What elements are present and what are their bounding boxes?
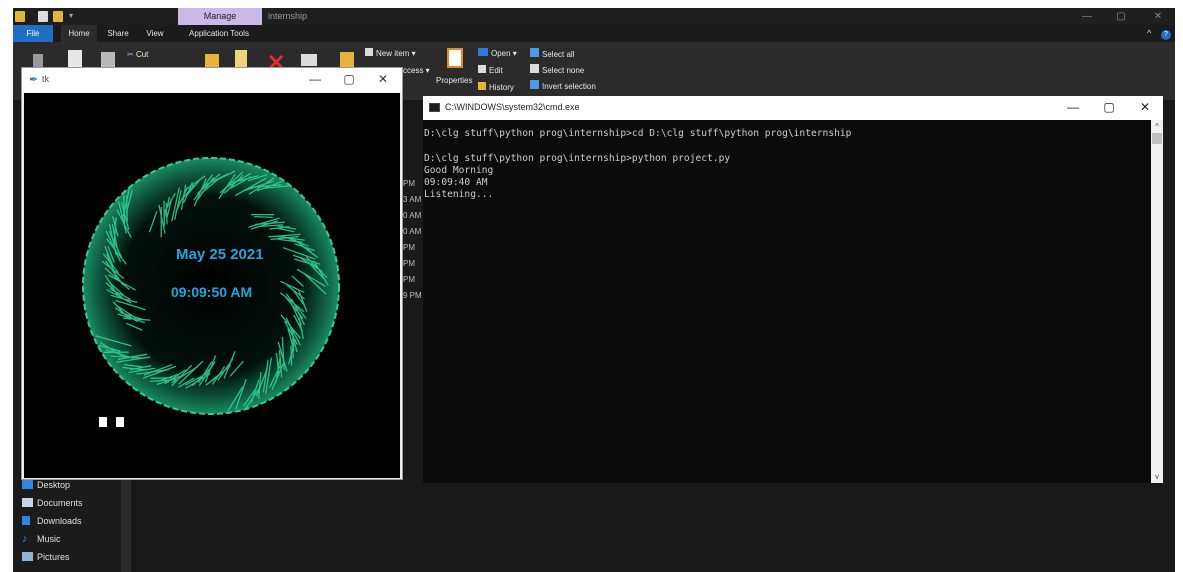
clock-time: 09:09:50 AM [171, 284, 253, 300]
open-icon [478, 48, 488, 56]
music-icon: ♪ [22, 533, 28, 545]
nav-item-pictures[interactable]: Pictures [22, 548, 70, 566]
invert-selection-icon [530, 80, 539, 89]
tk-minimize-button[interactable]: — [298, 68, 332, 92]
cmd-scrollbar[interactable]: ^ v [1151, 120, 1163, 483]
select-all-button[interactable]: Select all [530, 48, 574, 59]
select-all-icon [530, 48, 539, 57]
feather-icon: ✒ [29, 74, 39, 86]
explorer-maximize-button[interactable]: ▢ [1104, 8, 1138, 25]
open-button[interactable]: Open ▾ [478, 48, 517, 58]
tk-close-button[interactable]: ✕ [366, 68, 400, 92]
cmd-title-bar[interactable]: C:\WINDOWS\system32\cmd.exe — ▢ ✕ [423, 96, 1163, 120]
new-item-button[interactable]: New item ▾ [365, 48, 416, 58]
folder-icon [15, 11, 25, 22]
scissors-icon: ✂ [127, 50, 136, 59]
tab-application-tools[interactable]: Application Tools [181, 25, 257, 42]
tk-title-bar[interactable]: ✒ tk — ▢ ✕ [22, 68, 402, 92]
clock-date: May 25 2021 [176, 246, 264, 263]
tab-file[interactable]: File [13, 25, 53, 42]
console-line: 09:09:40 AM [424, 177, 488, 188]
cmd-minimize-button[interactable]: — [1055, 96, 1091, 120]
downloads-icon [22, 516, 30, 525]
properties-quick-icon[interactable] [38, 11, 48, 22]
easy-access-button[interactable]: ccess ▾ [403, 66, 430, 75]
orb-streak [254, 215, 273, 219]
console-line: D:\clg stuff\python prog\internship>cd D… [424, 128, 852, 139]
history-icon [478, 82, 486, 90]
cmd-output[interactable]: D:\clg stuff\python prog\internship>cd D… [423, 120, 1151, 483]
invert-selection-button[interactable]: Invert selection [530, 80, 596, 91]
cmd-close-button[interactable]: ✕ [1127, 96, 1163, 120]
new-folder-quick-icon[interactable] [53, 11, 63, 22]
nav-item-downloads[interactable]: Downloads [22, 512, 82, 530]
tab-view[interactable]: View [139, 25, 171, 42]
pause-indicator-right [116, 417, 124, 427]
select-none-icon [530, 64, 539, 73]
scroll-up-icon[interactable]: ^ [1151, 120, 1163, 133]
select-none-button[interactable]: Select none [530, 64, 584, 75]
tab-manage[interactable]: Manage [178, 8, 262, 25]
explorer-minimize-button[interactable]: — [1070, 8, 1104, 25]
console-line: Listening... [424, 189, 494, 200]
nav-item-music[interactable]: ♪ Music [22, 530, 61, 548]
desktop-icon [22, 480, 33, 489]
chevron-down-icon[interactable]: ▾ [69, 11, 73, 22]
properties-button[interactable]: Properties [436, 76, 472, 85]
navigation-pane: Desktop Documents Downloads ♪ Music Pictu… [13, 476, 131, 572]
rename-icon[interactable] [301, 54, 317, 66]
tab-share[interactable]: Share [101, 25, 135, 42]
tab-home[interactable]: Home [61, 25, 97, 42]
edit-button[interactable]: Edit [478, 65, 503, 75]
history-button[interactable]: History [478, 82, 514, 92]
tk-maximize-button[interactable]: ▢ [332, 68, 366, 92]
cmd-maximize-button[interactable]: ▢ [1091, 96, 1127, 120]
scroll-down-icon[interactable]: v [1151, 470, 1163, 483]
ribbon-tabs: File Home Share View Application Tools ^… [13, 25, 1175, 42]
console-line: D:\clg stuff\python prog\internship>pyth… [424, 153, 731, 164]
tk-window-title: tk [42, 74, 50, 84]
nav-item-documents[interactable]: Documents [22, 494, 83, 512]
cmd-icon [429, 103, 440, 112]
documents-icon [22, 498, 33, 507]
ribbon-collapse-icon[interactable]: ^ [1147, 25, 1151, 42]
pause-indicator-left [99, 417, 107, 427]
cmd-window-title: C:\WINDOWS\system32\cmd.exe [445, 102, 580, 112]
orb-streak [150, 377, 173, 379]
new-item-icon [365, 48, 373, 56]
tk-window: ✒ tk — ▢ ✕ May 25 2021 09:09:50 AM [21, 67, 403, 480]
console-line: Good Morning [424, 165, 494, 176]
assistant-canvas: May 25 2021 09:09:50 AM [24, 93, 400, 478]
cmd-window: C:\WINDOWS\system32\cmd.exe — ▢ ✕ D:\clg… [423, 96, 1163, 483]
orb-streak [290, 345, 293, 366]
navigation-scrollbar[interactable] [121, 468, 131, 572]
explorer-window-title: internship [268, 11, 308, 21]
scroll-thumb[interactable] [1152, 133, 1162, 144]
edit-icon [478, 65, 486, 73]
pictures-icon [22, 552, 33, 561]
cut-button[interactable]: ✂ Cut [127, 50, 148, 59]
help-icon[interactable]: ? [1161, 25, 1171, 42]
desktop-screen: ▾ Manage internship — ▢ ✕ File Home Shar… [13, 8, 1175, 572]
explorer-title-bar: ▾ Manage internship — ▢ ✕ [13, 8, 1175, 25]
properties-icon[interactable] [447, 48, 463, 68]
explorer-close-button[interactable]: ✕ [1141, 8, 1175, 25]
